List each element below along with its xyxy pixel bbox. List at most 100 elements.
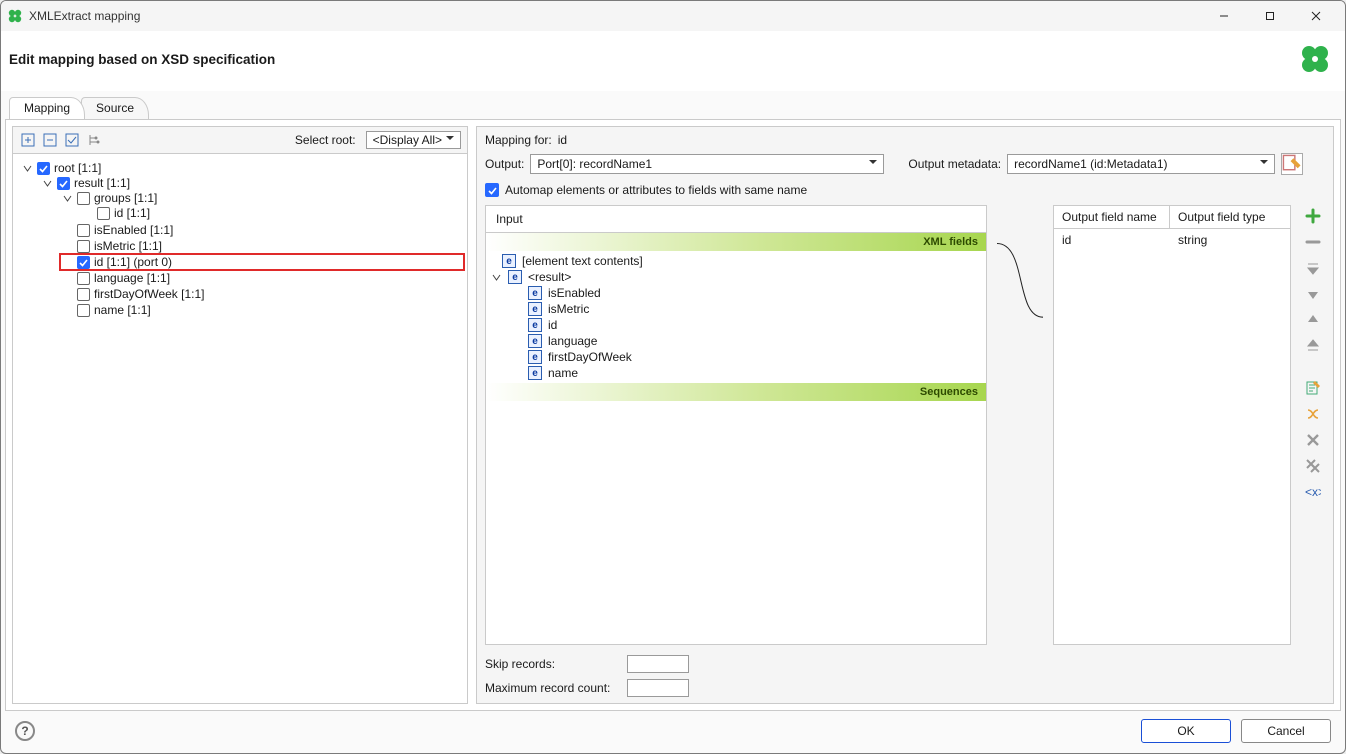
cancel-button[interactable]: Cancel <box>1241 719 1331 743</box>
tree-node-firstdayofweek[interactable]: firstDayOfWeek [1:1] <box>61 287 463 301</box>
skip-records-input[interactable] <box>627 655 689 673</box>
record-limits: Skip records: Maximum record count: <box>485 651 1325 697</box>
automap-checkbox[interactable] <box>485 183 499 197</box>
checkbox[interactable] <box>97 207 110 220</box>
output-metadata-label: Output metadata: <box>908 157 1001 171</box>
tab-body: Select root: <Display All> root [1:1] <box>5 119 1341 711</box>
list-item[interactable]: elanguage <box>490 333 982 349</box>
input-header: Input <box>486 206 986 233</box>
list-item[interactable]: eisMetric <box>490 301 982 317</box>
input-column: Input XML fields e[element text contents… <box>485 205 987 645</box>
tree-node-root[interactable]: root [1:1] <box>21 161 463 175</box>
mapping-curve <box>997 205 1043 645</box>
automap-row: Automap elements or attributes to fields… <box>485 181 1325 199</box>
select-root-value: <Display All> <box>373 133 442 147</box>
list-item[interactable]: e<result> <box>490 269 982 285</box>
output-body: id string <box>1054 229 1290 644</box>
checkbox[interactable] <box>77 288 90 301</box>
checkbox[interactable] <box>77 240 90 253</box>
minimize-button[interactable] <box>1201 1 1247 31</box>
check-all-icon[interactable] <box>63 131 81 149</box>
checkbox[interactable] <box>77 192 90 205</box>
tree-node-groups[interactable]: groups [1:1] <box>61 191 463 205</box>
output-port-combo[interactable]: Port[0]: recordName1 <box>530 154 884 174</box>
xml-fields-list: e[element text contents] e<result> eisEn… <box>486 251 986 383</box>
subtitle-strip: Edit mapping based on XSD specification <box>1 31 1345 91</box>
xml-settings-icon[interactable]: <x> <box>1304 483 1322 501</box>
edit-metadata-button[interactable] <box>1281 153 1303 175</box>
mapping-for-label: Mapping for: <box>485 133 552 147</box>
sequences-header: Sequences <box>486 383 986 401</box>
list-item[interactable]: eisEnabled <box>490 285 982 301</box>
mapping-for-value: id <box>558 133 567 147</box>
side-toolbar: <x> <box>1301 205 1325 645</box>
checkbox[interactable] <box>77 256 90 269</box>
checkbox[interactable] <box>37 162 50 175</box>
close-button[interactable] <box>1293 1 1339 31</box>
chevron-down-icon[interactable] <box>61 192 73 204</box>
output-metadata-combo[interactable]: recordName1 (id:Metadata1) <box>1007 154 1275 174</box>
tree-node-id-port0[interactable]: id [1:1] (port 0) <box>61 255 463 269</box>
element-icon: e <box>528 302 542 316</box>
output-row: Output: Port[0]: recordName1 Output meta… <box>485 153 1325 175</box>
xsd-tree[interactable]: root [1:1] result [1:1] <box>13 153 467 703</box>
mapping-grid: Input XML fields e[element text contents… <box>485 205 1325 645</box>
tree-node-groups-id[interactable]: id [1:1] <box>81 206 463 220</box>
tree-node-language[interactable]: language [1:1] <box>61 271 463 285</box>
expand-all-icon[interactable] <box>19 131 37 149</box>
list-item[interactable]: e[element text contents] <box>490 253 982 269</box>
output-col-name: Output field name <box>1054 206 1170 229</box>
element-icon: e <box>528 350 542 364</box>
auto-map-icon[interactable] <box>1304 405 1322 423</box>
ok-button[interactable]: OK <box>1141 719 1231 743</box>
clear-mapping-icon[interactable] <box>1304 431 1322 449</box>
collapse-all-icon[interactable] <box>41 131 59 149</box>
chevron-down-icon[interactable] <box>21 162 33 174</box>
tab-source[interactable]: Source <box>81 97 149 119</box>
move-top-icon[interactable] <box>1304 259 1322 277</box>
left-panel: Select root: <Display All> root [1:1] <box>12 126 468 704</box>
output-cell-type[interactable]: string <box>1170 229 1290 644</box>
remove-field-icon[interactable] <box>1304 233 1322 251</box>
dialog-buttons: ? OK Cancel <box>1 709 1345 753</box>
tree-node-isenabled[interactable]: isEnabled [1:1] <box>61 223 463 237</box>
automap-label: Automap elements or attributes to fields… <box>505 183 807 197</box>
input-scroll[interactable] <box>486 401 986 644</box>
move-up-icon[interactable] <box>1304 285 1322 303</box>
tab-mapping[interactable]: Mapping <box>9 97 85 119</box>
maximize-button[interactable] <box>1247 1 1293 31</box>
tree-settings-icon[interactable] <box>85 131 103 149</box>
app-clover-icon <box>7 8 23 24</box>
output-cell-name[interactable]: id <box>1054 229 1170 644</box>
max-records-input[interactable] <box>627 679 689 697</box>
tree-node-result[interactable]: result [1:1] <box>41 176 463 190</box>
move-bottom-icon[interactable] <box>1304 337 1322 355</box>
select-root-label: Select root: <box>295 133 356 147</box>
element-icon: e <box>528 286 542 300</box>
add-field-icon[interactable] <box>1304 207 1322 225</box>
checkbox[interactable] <box>77 272 90 285</box>
element-icon: e <box>528 318 542 332</box>
checkbox[interactable] <box>77 304 90 317</box>
clear-all-mapping-icon[interactable] <box>1304 457 1322 475</box>
edit-list-icon[interactable] <box>1304 379 1322 397</box>
tab-labels: Mapping Source <box>5 97 1341 119</box>
move-down-icon[interactable] <box>1304 311 1322 329</box>
window-buttons <box>1201 1 1339 31</box>
help-icon[interactable]: ? <box>15 721 35 741</box>
list-item[interactable]: efirstDayOfWeek <box>490 349 982 365</box>
tree-node-ismetric[interactable]: isMetric [1:1] <box>61 239 463 253</box>
tab-area: Mapping Source Select root: <Display All… <box>1 91 1345 713</box>
list-item[interactable]: ename <box>490 365 982 381</box>
svg-text:<x>: <x> <box>1305 485 1321 499</box>
chevron-down-icon[interactable] <box>490 271 502 283</box>
right-panel: Mapping for: id Output: Port[0]: recordN… <box>476 126 1334 704</box>
tree-node-name[interactable]: name [1:1] <box>61 303 463 317</box>
output-col-type: Output field type <box>1170 206 1290 229</box>
output-label: Output: <box>485 157 524 171</box>
select-root-combo[interactable]: <Display All> <box>366 131 461 149</box>
checkbox[interactable] <box>57 177 70 190</box>
list-item[interactable]: eid <box>490 317 982 333</box>
checkbox[interactable] <box>77 224 90 237</box>
chevron-down-icon[interactable] <box>41 177 53 189</box>
